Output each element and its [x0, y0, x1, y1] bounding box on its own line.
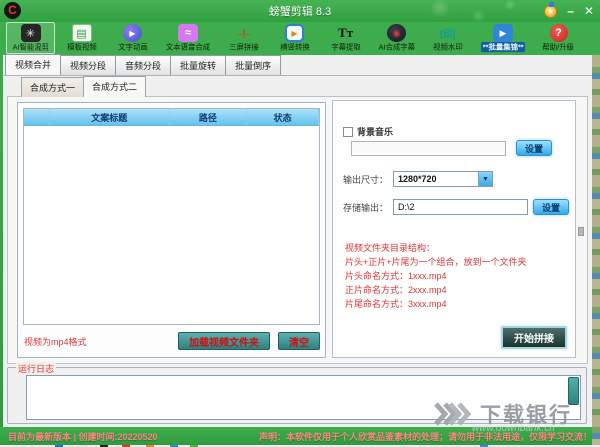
close-button[interactable]: ✕ — [584, 0, 594, 22]
toolbar-item-label: 文本语音合成 — [166, 42, 210, 52]
version-status-text: 目前为最新版本 | 创建时间:20220520 — [8, 430, 158, 443]
structure-line: 正片命名方式：2xxx.mp4 — [345, 283, 567, 297]
output-size-value: 1280*720 — [394, 174, 478, 184]
log-scrollbar-thumb[interactable] — [568, 377, 579, 405]
toolbar-item-template-video[interactable]: ▤模板视频 — [57, 22, 106, 54]
tts-icon: ≈ — [178, 24, 198, 42]
bgm-row: 背景音乐 — [343, 125, 393, 138]
template-video-icon: ▤ — [72, 24, 92, 42]
background-strip — [592, 55, 600, 445]
start-splice-button[interactable]: 开始拼接 — [501, 326, 567, 349]
subtab-合成方式二[interactable]: 合成方式二 — [83, 76, 146, 97]
content-area: 视频合并视频分段音频分段批量旋转批量倒序 合成方式一合成方式二 文案标题路径状态… — [3, 55, 592, 427]
bgm-checkbox[interactable] — [343, 127, 353, 137]
help-upgrade-icon: ? — [550, 24, 568, 42]
output-size-select[interactable]: 1280*720 ▼ — [393, 171, 493, 187]
toolbar-item-label: 帮助/升级 — [543, 42, 574, 52]
toolbar-item-three-screen[interactable]: →|←三屏拼接 — [219, 22, 268, 54]
text-animation-icon: ▶ — [123, 24, 142, 42]
toolbar-item-subtitle-extract[interactable]: Tт字幕提取 — [321, 22, 370, 54]
status-bar: 目前为最新版本 | 创建时间:20220520 声明：本软件仅用于个人欣赏品鉴素… — [0, 427, 600, 445]
tab-视频分段[interactable]: 视频分段 — [60, 55, 116, 75]
table-header-row: 文案标题路径状态 — [24, 109, 319, 126]
toolbar-item-label: 横竖转换 — [280, 42, 309, 52]
structure-line: 片头+正片+片尾为一个组合，放到一个文件夹 — [345, 255, 567, 269]
storage-row: 存储输出： D:\2 设置 — [343, 199, 569, 215]
run-log-label: 运行日志 — [16, 362, 56, 375]
medal-icon[interactable]: ★ — [544, 5, 557, 18]
folder-structure-help: 视频文件夹目录结构：片头+正片+片尾为一个组合，放到一个文件夹片头命名方式：1x… — [345, 241, 567, 311]
table-header-blank[interactable] — [24, 109, 50, 125]
subtitle-extract-icon: Tт — [336, 24, 356, 42]
toolbar-item-orientation-convert[interactable]: ▶横竖转换 — [270, 22, 319, 54]
subtab-bar: 合成方式一合成方式二 — [21, 78, 145, 97]
run-log-area[interactable] — [26, 375, 581, 420]
table-header-文案标题[interactable]: 文案标题 — [50, 109, 170, 125]
toolbar-item-help-upgrade[interactable]: ?帮助/升级 — [534, 22, 583, 54]
three-screen-icon: →|← — [234, 24, 254, 42]
load-video-folder-button[interactable]: 加载视频文件夹 — [178, 332, 270, 350]
storage-label: 存储输出： — [343, 201, 388, 214]
toolbar-item-video-watermark[interactable]: [印]视频水印 — [423, 22, 472, 54]
titlebar: C 螃蟹剪辑 8.3 ★ – ✕ — [0, 0, 600, 22]
storage-set-button[interactable]: 设置 — [533, 199, 569, 215]
toolbar-item-ai-subtitle[interactable]: ◉AI合成字幕 — [372, 22, 421, 54]
video-watermark-icon: [印] — [438, 24, 458, 42]
file-table[interactable]: 文案标题路径状态 — [23, 108, 320, 325]
tab-bar: 视频合并视频分段音频分段批量旋转批量倒序 — [3, 55, 592, 76]
toolbar-item-tts[interactable]: ≈文本语音合成 — [159, 22, 217, 54]
clear-button[interactable]: 清空 — [278, 332, 320, 350]
settings-group: 背景音乐 设置 输出尺寸： 1280*720 ▼ 存储输出： D:\2 设置 视… — [332, 100, 576, 358]
toolbar-item-label: AI智能混剪 — [12, 42, 48, 52]
orientation-convert-icon: ▶ — [285, 24, 304, 42]
toolbar-item-batch-collection[interactable]: ▶**批量集锦** — [474, 22, 532, 54]
toolbar-item-label: 模板视频 — [67, 42, 96, 52]
structure-line: 片尾命名方式：3xxx.mp4 — [345, 297, 567, 311]
disclaimer-text: 声明：本软件仅用于个人欣赏品鉴素材的处理；请勿用于非法用途，仅限学习交流！ — [259, 430, 592, 443]
minimize-button[interactable]: – — [567, 0, 574, 22]
main-panel: 文案标题路径状态 视频为mp4格式 加载视频文件夹 清空 背景音乐 设置 输出尺… — [7, 96, 588, 364]
format-note: 视频为mp4格式 — [24, 335, 87, 348]
window-title: 螃蟹剪辑 8.3 — [0, 3, 600, 19]
subtab-合成方式一[interactable]: 合成方式一 — [21, 77, 84, 97]
toolbar-item-label: AI合成字幕 — [378, 42, 414, 52]
structure-line: 视频文件夹目录结构： — [345, 241, 567, 255]
tab-批量倒序[interactable]: 批量倒序 — [225, 55, 281, 75]
toolbar-item-label: 视频水印 — [433, 42, 462, 52]
tab-音频分段[interactable]: 音频分段 — [115, 55, 171, 75]
batch-collection-icon: ▶ — [493, 24, 513, 42]
file-list-group: 文案标题路径状态 视频为mp4格式 加载视频文件夹 清空 — [17, 102, 326, 358]
bgm-set-button[interactable]: 设置 — [516, 140, 552, 156]
title-controls: ★ – ✕ — [544, 0, 594, 22]
toolbar: ✳AI智能混剪▤模板视频▶文字动画≈文本语音合成→|←三屏拼接▶横竖转换Tт字幕… — [0, 22, 592, 55]
toolbar-item-label: **批量集锦** — [481, 42, 526, 52]
storage-path-input[interactable]: D:\2 — [393, 199, 528, 215]
toolbar-item-crab[interactable]: ✳AI智能混剪 — [6, 22, 55, 54]
toolbar-item-text-animation[interactable]: ▶文字动画 — [108, 22, 157, 54]
table-body[interactable] — [24, 126, 319, 324]
bgm-label: 背景音乐 — [357, 125, 393, 138]
toolbar-item-label: 文字动画 — [118, 42, 147, 52]
bgm-path-input[interactable] — [351, 141, 506, 156]
structure-line: 片头命名方式：1xxx.mp4 — [345, 269, 567, 283]
table-header-状态[interactable]: 状态 — [247, 109, 319, 125]
ai-subtitle-icon: ◉ — [387, 24, 406, 42]
table-header-路径[interactable]: 路径 — [170, 109, 248, 125]
file-actions-row: 视频为mp4格式 加载视频文件夹 清空 — [24, 331, 320, 351]
output-size-row: 输出尺寸： 1280*720 ▼ — [343, 171, 493, 187]
toolbar-item-label: 字幕提取 — [331, 42, 360, 52]
output-size-label: 输出尺寸： — [343, 173, 388, 186]
tab-视频合并[interactable]: 视频合并 — [5, 54, 61, 75]
app-window: C 螃蟹剪辑 8.3 ★ – ✕ ✳AI智能混剪▤模板视频▶文字动画≈文本语音合… — [0, 0, 600, 447]
toolbar-item-label: 三屏拼接 — [229, 42, 258, 52]
tab-批量旋转[interactable]: 批量旋转 — [170, 55, 226, 75]
crab-icon: ✳ — [21, 24, 41, 42]
run-log-group: 运行日志 — [7, 367, 587, 424]
chevron-down-icon[interactable]: ▼ — [478, 172, 492, 186]
panel-scrollbar-thumb[interactable] — [578, 227, 584, 236]
